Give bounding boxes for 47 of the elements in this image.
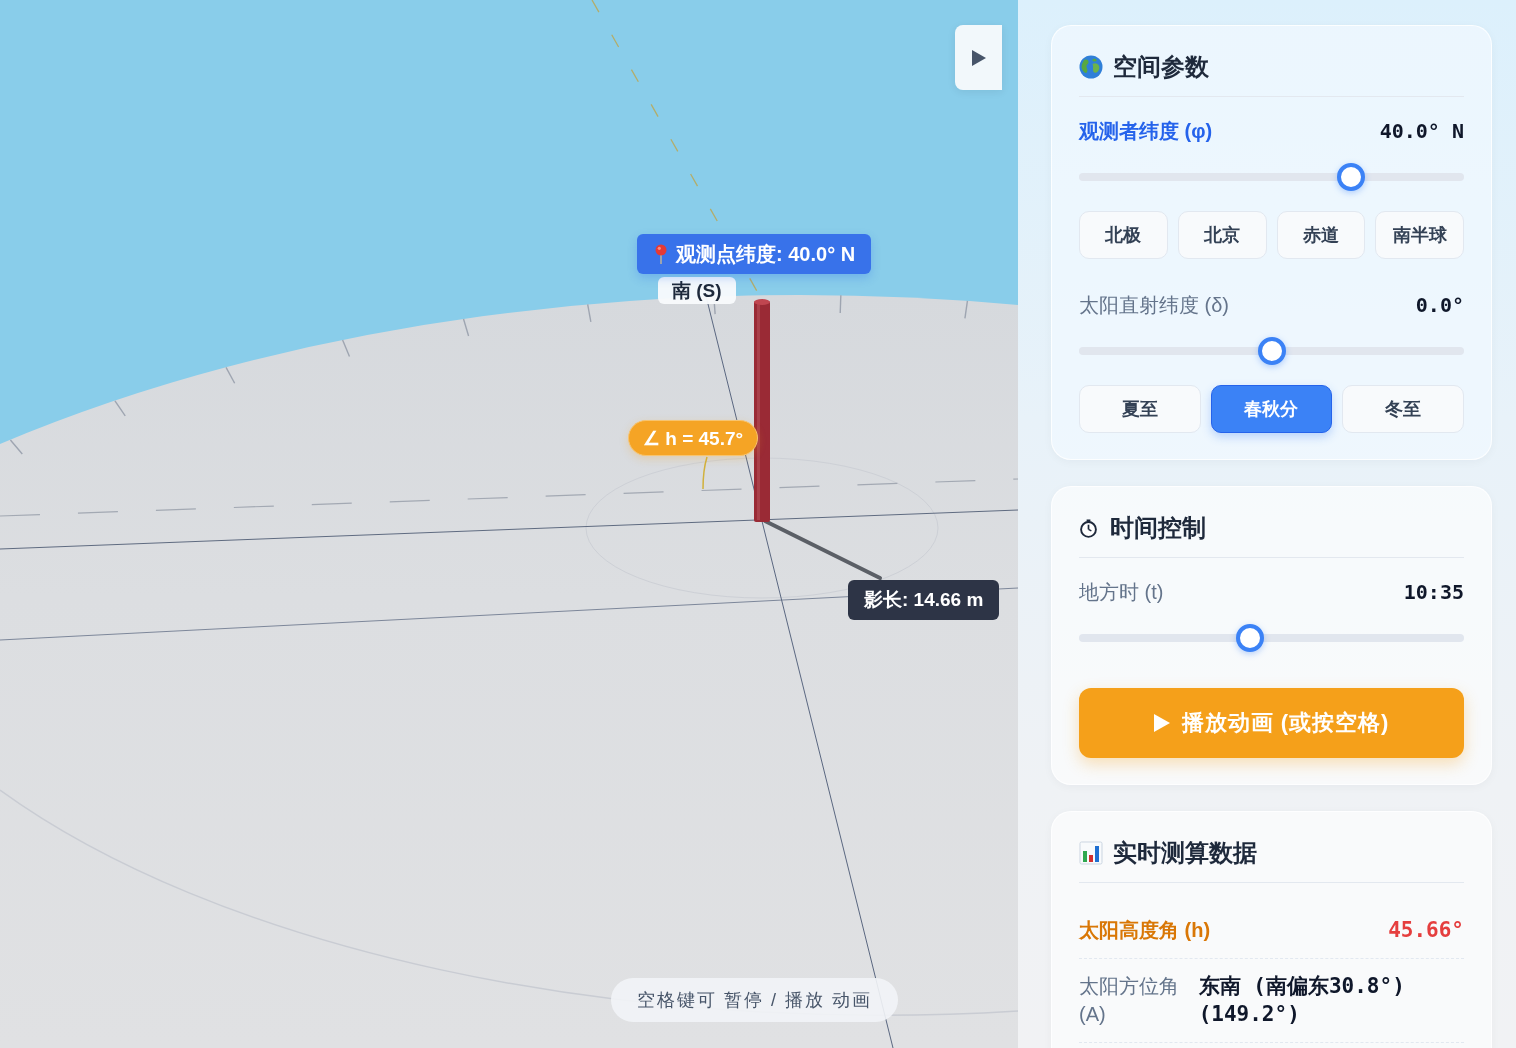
reading-label: 太阳高度角 (h) (1079, 918, 1211, 943)
control-value: 10:35 (1403, 580, 1464, 604)
reading-value: 东南 (南偏东30.8°) (149.2°) (1198, 973, 1406, 1028)
control-label: 地方时 (t) (1079, 579, 1164, 605)
tick-mark (341, 339, 351, 358)
card-title: 空间参数 (1113, 52, 1209, 82)
globe-icon (1079, 55, 1103, 79)
preset-button[interactable]: 夏至 (1079, 385, 1201, 433)
control-label: 太阳直射纬度 (δ) (1079, 292, 1229, 318)
card-title: 时间控制 (1110, 513, 1206, 543)
control-value: 0.0° (1415, 293, 1464, 317)
altitude-tag: ∠ h = 45.7° (628, 420, 759, 456)
slider-track[interactable] (1079, 163, 1464, 191)
bar-chart-icon (1079, 841, 1103, 865)
control-label: 观测者纬度 (φ) (1079, 118, 1213, 144)
preset-button[interactable]: 冬至 (1342, 385, 1464, 433)
card-title: 实时测算数据 (1113, 838, 1257, 868)
slider-thumb[interactable] (1336, 163, 1365, 191)
preset-button[interactable]: 南半球 (1375, 211, 1464, 259)
tick-mark (839, 294, 842, 314)
preset-button[interactable]: 赤道 (1276, 211, 1366, 259)
control-value: 40.0° N (1379, 119, 1464, 143)
reading-value: 45.66° (1388, 917, 1464, 944)
reading-label: 太阳方位角 (A) (1079, 974, 1180, 1027)
slider-track[interactable] (1079, 624, 1464, 652)
tick-mark (462, 318, 470, 337)
preset-button[interactable]: 北极 (1079, 211, 1168, 259)
hint-label: 空格键可 暂停 / 播放 动画 (611, 978, 898, 1022)
latitude-tag-text: 观测点纬度: 40.0° N (676, 241, 856, 267)
tick-mark (586, 303, 592, 323)
play-icon (1153, 714, 1170, 732)
tick-mark (964, 300, 969, 320)
slider-track[interactable] (1079, 337, 1464, 365)
caret-icon (971, 49, 986, 66)
tick-mark (114, 400, 126, 417)
preset-button[interactable]: 北京 (1177, 211, 1267, 259)
slider-thumb[interactable] (1236, 624, 1265, 652)
shadow-length-tag: 影长: 14.66 m (848, 580, 1000, 620)
stopwatch-icon (1079, 518, 1098, 538)
panel-toggle-button[interactable] (955, 25, 1002, 90)
preset-button[interactable]: 春秋分 (1210, 385, 1333, 433)
tick-mark (9, 439, 23, 455)
angle-arc (702, 456, 708, 490)
tick-mark (225, 366, 236, 384)
south-label: 南 (S) (658, 277, 736, 304)
pin-icon (655, 244, 667, 264)
slider-thumb[interactable] (1257, 337, 1286, 365)
